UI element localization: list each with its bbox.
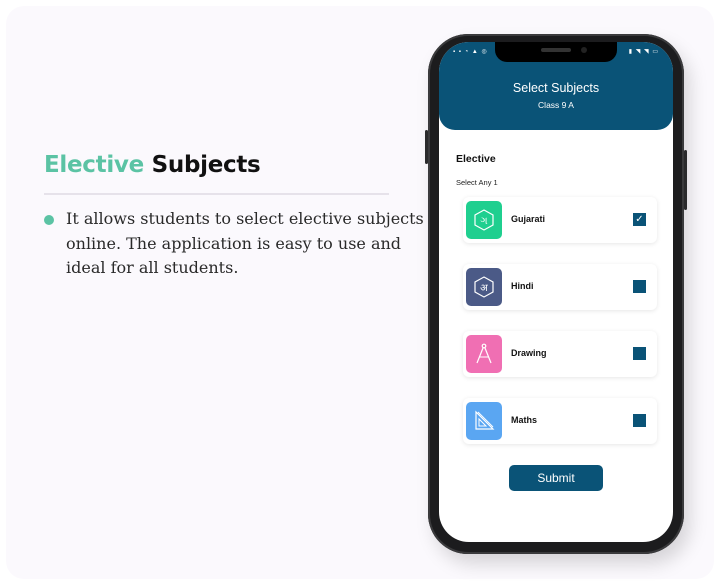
svg-text:अ: अ	[480, 283, 488, 294]
page-title: Elective Subjects	[44, 152, 261, 178]
subject-checkbox[interactable]	[633, 347, 646, 360]
subject-checkbox-checked[interactable]: ✓	[633, 213, 646, 226]
subject-checkbox[interactable]	[633, 280, 646, 293]
camera	[581, 47, 587, 53]
phone-notch	[495, 42, 617, 62]
header-subtitle: Class 9 A	[538, 100, 574, 110]
power-button	[684, 150, 687, 210]
subject-row-maths[interactable]: Maths	[463, 398, 657, 444]
ruler-triangle-icon	[466, 402, 502, 440]
header-title: Select Subjects	[512, 81, 600, 95]
subject-label: Gujarati	[511, 214, 546, 224]
subject-row-drawing[interactable]: Drawing	[463, 331, 657, 377]
subject-checkbox[interactable]	[633, 414, 646, 427]
feature-description: It allows students to select elective su…	[66, 209, 424, 277]
title-accent: Elective	[44, 152, 144, 178]
hindi-script-icon: अ	[466, 268, 502, 306]
subject-row-gujarati[interactable]: ગ Gujarati ✓	[463, 197, 657, 243]
svg-text:ગ: ગ	[480, 216, 487, 227]
subject-label: Hindi	[511, 281, 534, 291]
status-bar-right-icons: ▮ ◥ ◥ ▭	[628, 49, 659, 55]
subject-label: Maths	[511, 415, 538, 425]
volume-button	[425, 130, 428, 164]
subject-row-hindi[interactable]: अ Hindi	[463, 264, 657, 310]
title-divider	[44, 193, 389, 195]
gujarati-script-icon: ગ	[466, 201, 502, 239]
speaker	[541, 48, 571, 52]
section-title: Elective	[456, 153, 496, 165]
compass-icon	[466, 335, 502, 373]
phone-screen: ▪ ▪ ◔ ▲ ◎ ▮ ◥ ◥ ▭ Select Subjects Class …	[439, 42, 673, 542]
app-header: ▪ ▪ ◔ ▲ ◎ ▮ ◥ ◥ ▭ Select Subjects Class …	[439, 42, 673, 130]
title-rest: Subjects	[151, 152, 261, 178]
status-bar-left-icons: ▪ ▪ ◔ ▲ ◎	[453, 49, 488, 55]
submit-button[interactable]: Submit	[509, 465, 603, 491]
section-hint: Select Any 1	[456, 178, 498, 187]
bullet-dot	[44, 215, 54, 225]
subject-label: Drawing	[511, 348, 547, 358]
